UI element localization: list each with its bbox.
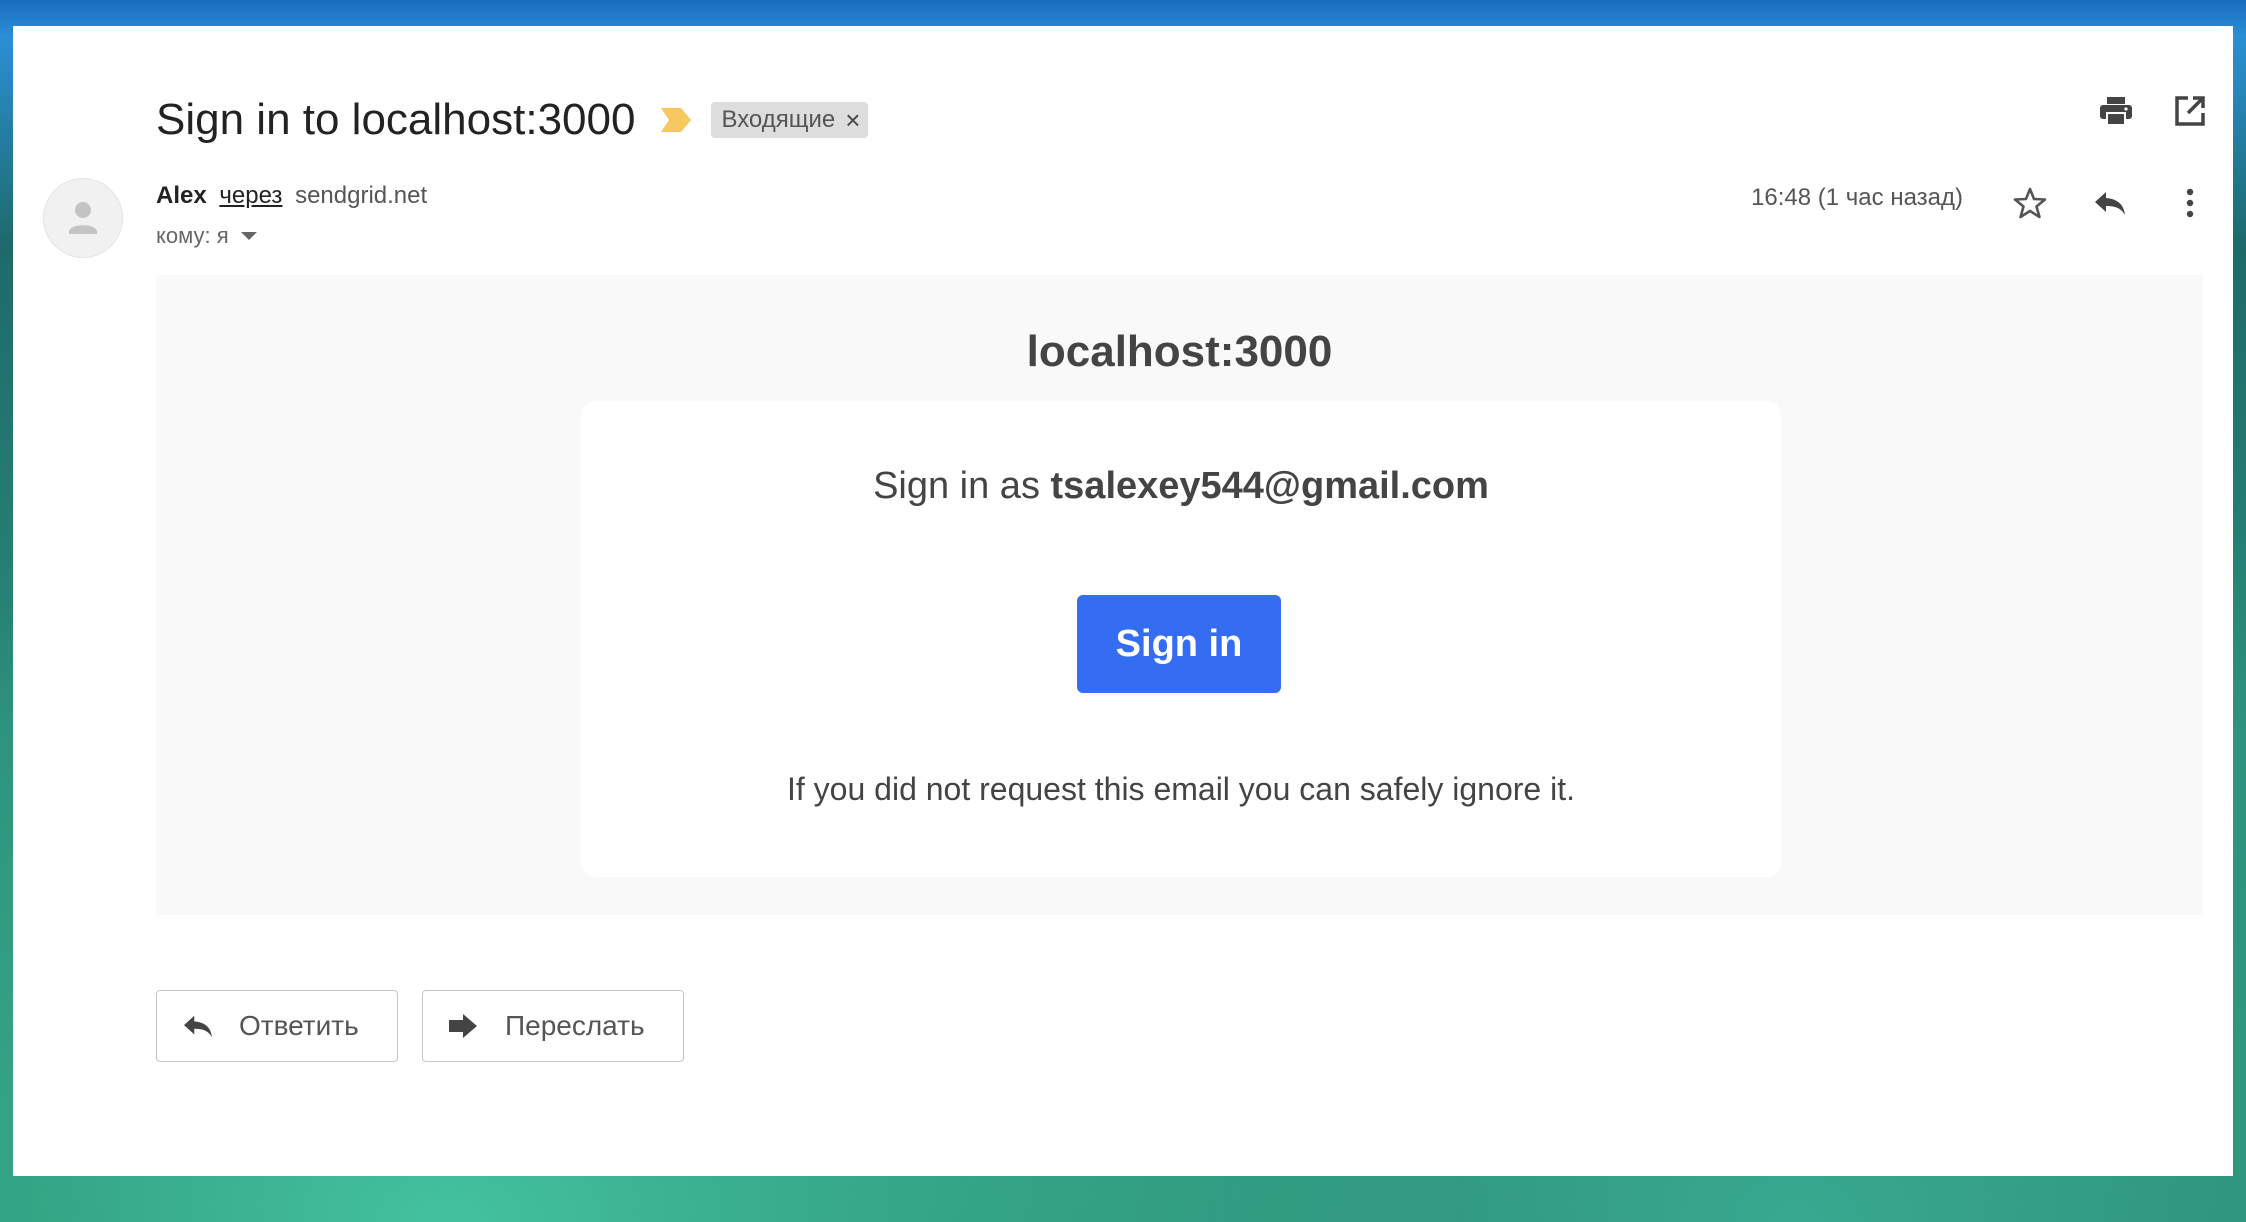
mail-window: Sign in to localhost:3000 Входящие × Ale… [13,26,2233,1176]
subject-row: Sign in to localhost:3000 Входящие × [156,90,869,150]
forward-button[interactable]: Переслать [422,990,684,1062]
label-chip-text: Входящие [721,106,836,133]
forward-label: Переслать [505,1010,645,1041]
message-actions [2013,186,2207,220]
via-domain: sendgrid.net [295,182,428,209]
reply-icon [181,1011,217,1041]
sender-line: Alex через sendgrid.net [156,182,427,210]
sign-in-button[interactable]: Sign in [1077,595,1281,693]
open-in-new-window-icon[interactable] [2173,94,2207,128]
via-link[interactable]: через [219,182,282,209]
more-vertical-icon[interactable] [2173,186,2207,220]
site-name: localhost:3000 [1026,327,1333,376]
signin-email: tsalexey544@gmail.com [1050,465,1489,507]
reply-icon[interactable] [2093,186,2127,220]
avatar[interactable] [43,178,123,258]
email-subject: Sign in to localhost:3000 [156,95,636,144]
forward-icon [447,1011,483,1041]
person-icon [69,202,97,234]
timestamp: 16:48 (1 час назад) [1751,184,1963,211]
thread-actions [2099,94,2207,128]
recipient-line: кому: я [156,223,257,249]
sender-name[interactable]: Alex [156,182,207,209]
signin-card: Sign in as tsalexey544@gmail.com Sign in… [581,401,1781,877]
ignore-note: If you did not request this email you ca… [787,771,1575,807]
signin-prefix: Sign in as [873,465,1051,507]
recipient-details-dropdown[interactable] [240,232,257,240]
reply-button[interactable]: Ответить [156,990,398,1062]
importance-marker-icon[interactable] [659,106,693,134]
reply-forward-bar: Ответить Переслать [156,990,684,1062]
recipient-text: кому: я [156,223,229,248]
label-remove-button[interactable]: × [845,105,860,136]
star-icon[interactable] [2013,186,2047,220]
print-icon[interactable] [2099,94,2133,128]
signin-as-text: Sign in as tsalexey544@gmail.com [581,465,1781,508]
reply-label: Ответить [239,1010,359,1041]
email-body: localhost:3000 Sign in as tsalexey544@gm… [156,275,2203,915]
label-chip-inbox: Входящие × [711,102,869,138]
